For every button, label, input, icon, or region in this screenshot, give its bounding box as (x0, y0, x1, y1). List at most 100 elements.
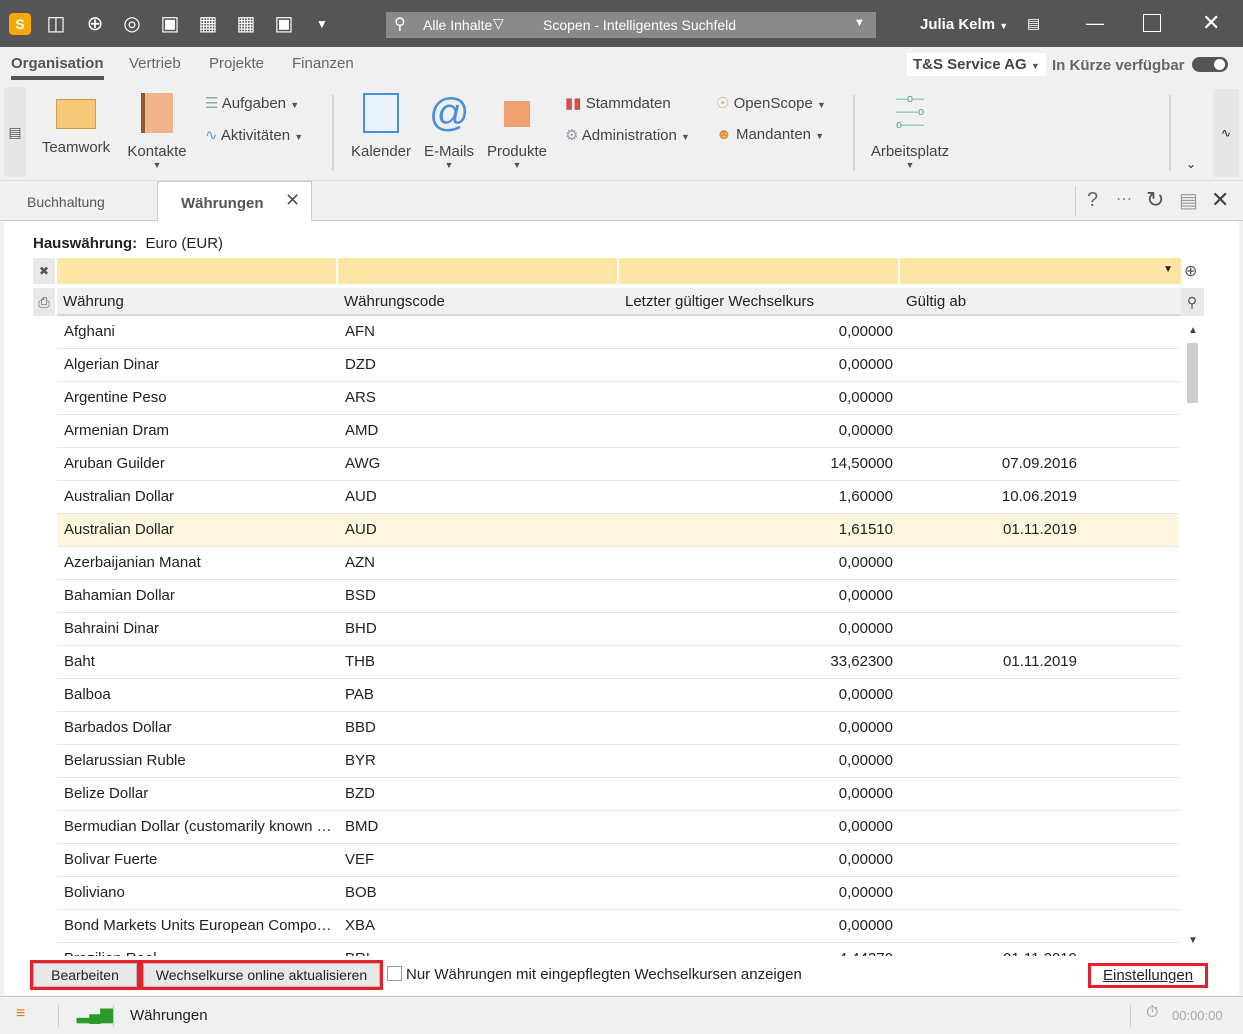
table-header: Währung Währungscode Letzter gültiger We… (57, 288, 1181, 316)
close-tab-icon[interactable]: ✕ (285, 190, 300, 211)
doc-tab-waehrungen[interactable]: Währungen ✕ (157, 181, 312, 222)
table-row[interactable]: Bond Markets Units European Composite Un… (57, 910, 1179, 943)
tab-organisation[interactable]: Organisation (11, 55, 104, 80)
minimize-button[interactable]: — (1086, 13, 1104, 34)
administration-button[interactable]: ⚙ Administration ▼ (565, 126, 690, 144)
table-row[interactable]: Bolivar Fuerte VEF 0,00000 (57, 844, 1179, 877)
table-row[interactable]: Aruban Guilder AWG 14,50000 07.09.2016 (57, 448, 1179, 481)
table-row[interactable]: Barbados Dollar BBD 0,00000 (57, 712, 1179, 745)
cell-code: THB (345, 653, 375, 670)
filter-cell[interactable] (619, 258, 900, 284)
scrollbar-thumb[interactable] (1187, 343, 1198, 403)
table-row[interactable]: Australian Dollar AUD 1,61510 01.11.2019 (57, 514, 1179, 547)
table-row[interactable]: Balboa PAB 0,00000 (57, 679, 1179, 712)
emails-button[interactable]: @ E-Mails ▼ (422, 93, 476, 170)
filter-cell[interactable] (338, 258, 619, 284)
kontakte-button[interactable]: Kontakte ▼ (124, 93, 190, 170)
clear-filter-icon[interactable]: ✖ (33, 258, 55, 284)
aufgaben-button[interactable]: ☰ Aufgaben ▼ (205, 94, 299, 112)
filter-row[interactable]: ▼ (57, 258, 1181, 284)
user-menu[interactable]: Julia Kelm ▼ (920, 16, 1008, 33)
restore-window-icon[interactable]: ▤ (1027, 15, 1040, 32)
help-icon[interactable]: ? (1087, 189, 1098, 212)
search-dropdown-icon[interactable]: ▼ (854, 17, 865, 29)
filter-cell[interactable] (57, 258, 338, 284)
table-row[interactable]: Afghani AFN 0,00000 (57, 316, 1179, 349)
shopping-bag-icon[interactable]: ◫ (44, 12, 68, 36)
email-at-icon: @ (429, 91, 470, 135)
scroll-up-icon[interactable]: ▲ (1188, 325, 1198, 336)
settings-link[interactable]: Einstellungen (1088, 963, 1209, 988)
camera-icon[interactable]: ▣ (158, 12, 182, 36)
vertical-scrollbar[interactable]: ▲ ▼ (1184, 321, 1204, 951)
filter-checkbox[interactable] (387, 966, 402, 981)
add-column-icon[interactable]: ⊕ (1184, 261, 1197, 281)
calendar-icon[interactable]: ▦ (234, 12, 258, 36)
help-lifebuoy-icon[interactable]: ◎ (120, 12, 144, 36)
search-table-icon[interactable]: ⚲ (1180, 288, 1204, 316)
filter-cell[interactable]: ▼ (900, 258, 1181, 284)
table-row[interactable]: Bahraini Dinar BHD 0,00000 (57, 613, 1179, 646)
filter-checkbox-label[interactable]: Nur Währungen mit eingepflegten Wechselk… (406, 966, 802, 983)
mandanten-button[interactable]: ☻ Mandanten ▼ (716, 126, 824, 143)
table-row[interactable]: Brazilian Real BRL 4,44370 01.11.2019 (57, 943, 1179, 956)
table-row[interactable]: Bahamian Dollar BSD 0,00000 (57, 580, 1179, 613)
arbeitsplatz-button[interactable]: —o— ——o o—— Arbeitsplatz ▼ (870, 93, 950, 170)
table-row[interactable]: Bermudian Dollar (customarily known as B… (57, 811, 1179, 844)
tab-vertrieb[interactable]: Vertrieb (129, 55, 181, 72)
window-add-icon[interactable]: ▣ (272, 12, 296, 36)
activity-panel-icon[interactable]: ∿ (1213, 89, 1239, 177)
openscope-button[interactable]: ☉ OpenScope ▼ (716, 94, 826, 112)
add-circle-icon[interactable]: ⊕ (83, 12, 107, 36)
search-input[interactable]: Scopen - Intelligentes Suchfeld (543, 17, 736, 33)
quick-actions-icon[interactable]: ≡ (16, 1005, 25, 1023)
column-header-code[interactable]: Währungscode (344, 288, 445, 316)
availability-toggle[interactable] (1192, 57, 1228, 72)
more-options-icon[interactable]: ⋯ (1116, 189, 1132, 209)
table-row[interactable]: Baht THB 33,62300 01.11.2019 (57, 646, 1179, 679)
company-selector[interactable]: T&S Service AG ▼ (907, 53, 1046, 76)
tab-projekte[interactable]: Projekte (209, 55, 264, 72)
timer-icon[interactable]: ⏱ (1146, 1004, 1158, 1022)
table-row[interactable]: Belize Dollar BZD 0,00000 (57, 778, 1179, 811)
table-row[interactable]: Armenian Dram AMD 0,00000 (57, 415, 1179, 448)
print-icon[interactable]: ⎙ (33, 288, 55, 316)
scroll-down-icon[interactable]: ▼ (1188, 935, 1198, 946)
table-row[interactable]: Azerbaijanian Manat AZN 0,00000 (57, 547, 1179, 580)
update-rates-button[interactable]: Wechselkurse online aktualisieren (140, 960, 383, 990)
cell-code: AWG (345, 455, 381, 472)
table-row[interactable]: Algerian Dinar DZD 0,00000 (57, 349, 1179, 382)
user-name: Julia Kelm (920, 16, 996, 33)
search-field[interactable]: ⚲ Alle Inhalte ▽ Scopen - Intelligentes … (386, 12, 876, 38)
close-window-button[interactable]: ✕ (1202, 10, 1220, 36)
stammdaten-button[interactable]: ▮▮ Stammdaten (565, 94, 671, 112)
customize-dropdown-icon[interactable]: ▼ (310, 12, 334, 36)
column-header-rate[interactable]: Letzter gültiger Wechselkurs (625, 288, 814, 316)
column-header-valid-from[interactable]: Gültig ab (906, 288, 966, 316)
search-scope[interactable]: Alle Inhalte (423, 17, 492, 33)
calendar-add-icon[interactable]: ▦ (196, 12, 220, 36)
close-document-icon[interactable]: ✕ (1211, 187, 1229, 213)
table-row[interactable]: Belarussian Ruble BYR 0,00000 (57, 745, 1179, 778)
tab-finanzen[interactable]: Finanzen (292, 55, 354, 72)
table-row[interactable]: Australian Dollar AUD 1,60000 10.06.2019 (57, 481, 1179, 514)
filter-icon[interactable]: ▽ (493, 15, 504, 32)
refresh-icon[interactable]: ↻ (1146, 187, 1164, 213)
maximize-button[interactable] (1143, 14, 1161, 32)
kalender-button[interactable]: Kalender (350, 93, 412, 160)
edit-button[interactable]: Bearbeiten (30, 960, 140, 990)
side-panel-toggle-icon[interactable]: ▤ (4, 87, 26, 177)
toolbar-divider (1075, 186, 1076, 216)
save-icon[interactable]: ▤ (1179, 188, 1198, 213)
ribbon-collapse-chevron-icon[interactable]: ⌄ (1186, 157, 1196, 171)
table-row[interactable]: Argentine Peso ARS 0,00000 (57, 382, 1179, 415)
column-header-waehrung[interactable]: Währung (63, 288, 124, 316)
table-row[interactable]: Boliviano BOB 0,00000 (57, 877, 1179, 910)
cell-currency: Aruban Guilder (64, 455, 165, 472)
doc-tab-buchhaltung[interactable]: Buchhaltung (4, 181, 157, 221)
filter-dropdown-icon[interactable]: ▼ (1163, 264, 1173, 275)
aktivitaeten-button[interactable]: ∿ Aktivitäten ▼ (205, 126, 303, 144)
cell-code: BHD (345, 620, 377, 637)
teamwork-button[interactable]: Teamwork (40, 93, 112, 156)
produkte-button[interactable]: Produkte ▼ (486, 93, 548, 170)
